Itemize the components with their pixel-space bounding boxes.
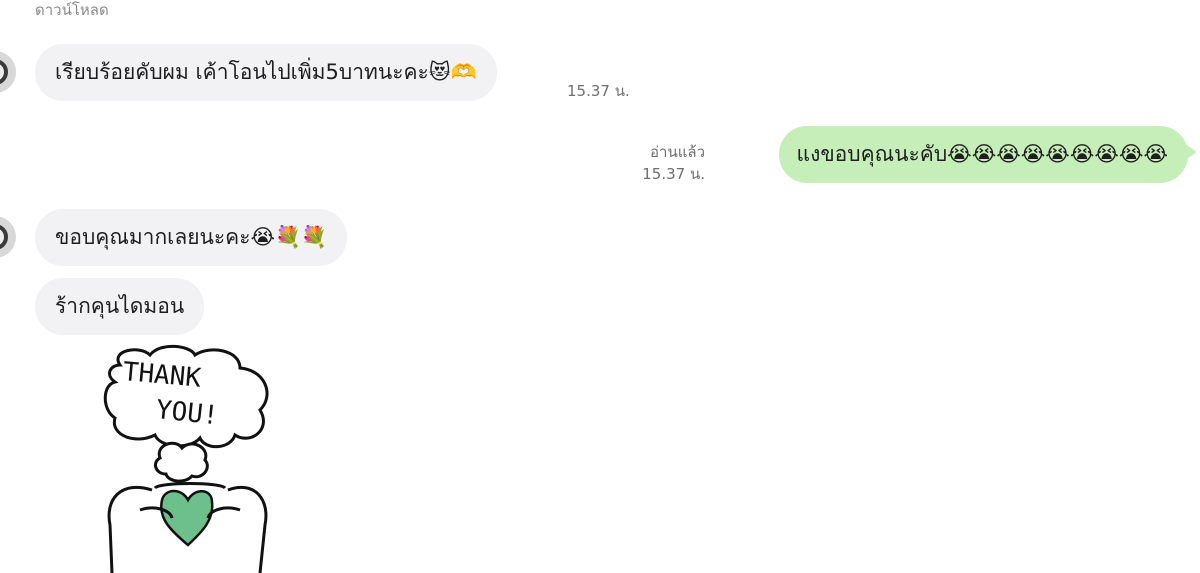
character-head bbox=[153, 441, 209, 483]
message-time: 15.37 น. bbox=[642, 165, 705, 183]
message-text: แงขอบคุณนะคับ😭😭😭😭😭😭😭😭😭 bbox=[796, 142, 1168, 166]
read-status: อ่านแล้ว bbox=[650, 143, 705, 161]
message-text: เรียบร้อยคับผม เค้าโอนไปเพิ่ม5บาทนะคะ😻🫶 bbox=[55, 60, 477, 84]
message-text: ขอบคุณมากเลยนะคะ😭💐💐 bbox=[55, 225, 328, 249]
message-time: 15.37 น. bbox=[567, 82, 630, 100]
message-text: ร้ากคุนไดมอน bbox=[55, 294, 185, 318]
read-receipt: อ่านแล้ว 15.37 น. bbox=[642, 141, 705, 185]
avatar[interactable] bbox=[0, 51, 16, 93]
avatar[interactable] bbox=[0, 216, 16, 258]
outgoing-message-bubble[interactable]: แงขอบคุณนะคับ😭😭😭😭😭😭😭😭😭 bbox=[778, 126, 1198, 183]
heart-icon bbox=[159, 489, 214, 547]
incoming-message-bubble[interactable]: ร้ากคุนไดมอน bbox=[35, 278, 205, 335]
incoming-message-bubble[interactable]: ขอบคุณมากเลยนะคะ😭💐💐 bbox=[35, 209, 348, 266]
download-label: ดาวน์โหลด bbox=[35, 1, 109, 19]
thank-you-sticker[interactable]: THANK YOU! bbox=[100, 340, 280, 573]
incoming-message-bubble[interactable]: เรียบร้อยคับผม เค้าโอนไปเพิ่ม5บาทนะคะ😻🫶 bbox=[35, 44, 497, 101]
